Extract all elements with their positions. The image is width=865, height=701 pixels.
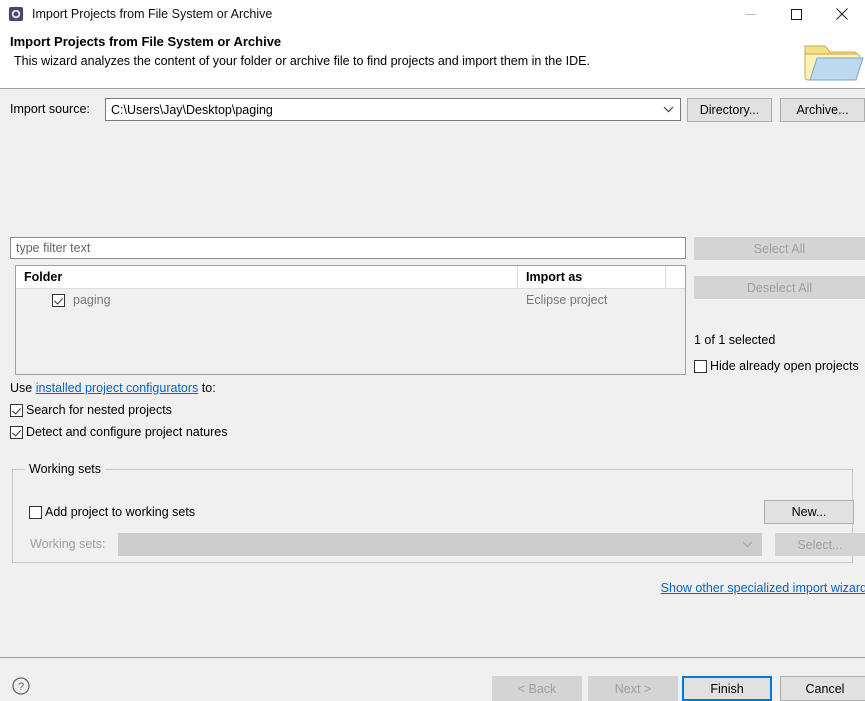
detect-configure-natures-label: Detect and configure project natures	[26, 425, 228, 439]
page-description: This wizard analyzes the content of your…	[14, 54, 590, 68]
add-project-to-working-sets-label: Add project to working sets	[45, 505, 195, 519]
table-cell-folder: paging	[16, 293, 518, 307]
selected-count-label: 1 of 1 selected	[694, 333, 775, 347]
checkbox-box	[694, 360, 707, 373]
row-checkbox[interactable]	[52, 294, 65, 307]
chevron-down-icon	[742, 534, 753, 555]
detect-configure-natures-checkbox[interactable]: Detect and configure project natures	[10, 425, 228, 439]
new-working-set-button[interactable]: New...	[764, 500, 854, 524]
checkbox-box	[29, 506, 42, 519]
table-header-row: Folder Import as	[16, 266, 685, 289]
select-working-set-button[interactable]: Select...	[775, 533, 865, 556]
wizard-header: Import Projects from File System or Arch…	[0, 28, 865, 89]
show-other-specialized-import-wizard-link[interactable]: Show other specialized import wizard	[661, 581, 865, 595]
deselect-all-button[interactable]: Deselect All	[694, 276, 865, 299]
finish-button[interactable]: Finish	[682, 676, 772, 701]
working-sets-group-title: Working sets	[25, 462, 105, 476]
search-nested-projects-checkbox[interactable]: Search for nested projects	[10, 403, 172, 417]
next-button[interactable]: Next >	[588, 676, 678, 701]
archive-button[interactable]: Archive...	[780, 98, 865, 122]
svg-text:?: ?	[18, 681, 24, 693]
search-nested-projects-label: Search for nested projects	[26, 403, 172, 417]
open-folder-icon	[799, 34, 865, 86]
chevron-down-icon	[663, 99, 674, 120]
checkbox-box	[10, 426, 23, 439]
table-row[interactable]: paging Eclipse project	[16, 289, 685, 311]
column-header-extra	[666, 266, 685, 288]
working-sets-group: Working sets Add project to working sets…	[12, 469, 853, 563]
filter-placeholder: type filter text	[11, 241, 90, 255]
footer-separator	[0, 657, 865, 658]
title-bar: Import Projects from File System or Arch…	[0, 0, 865, 28]
window-controls	[727, 0, 865, 28]
page-title: Import Projects from File System or Arch…	[10, 34, 281, 49]
eclipse-import-icon	[8, 6, 24, 22]
configurators-prefix: Use	[10, 381, 36, 395]
table-body: paging Eclipse project	[16, 289, 685, 375]
help-icon[interactable]: ?	[12, 677, 30, 695]
configurators-suffix: to:	[198, 381, 215, 395]
import-source-row: Import source: C:\Users\Jay\Desktop\pagi…	[0, 98, 865, 122]
wizard-body: Import source: C:\Users\Jay\Desktop\pagi…	[0, 89, 865, 613]
folder-name: paging	[73, 293, 111, 307]
hide-open-projects-label: Hide already open projects	[710, 359, 859, 373]
close-button[interactable]	[819, 0, 865, 28]
directory-button[interactable]: Directory...	[687, 98, 772, 122]
minimize-button[interactable]	[727, 0, 773, 28]
back-button[interactable]: < Back	[492, 676, 582, 701]
show-other-wizards-row: Show other specialized import wizard	[661, 581, 865, 595]
maximize-button[interactable]	[773, 0, 819, 28]
table-cell-import-as: Eclipse project	[518, 293, 666, 307]
hide-open-projects-checkbox[interactable]: Hide already open projects	[694, 359, 859, 373]
configurators-row: Use installed project configurators to:	[10, 381, 216, 395]
installed-project-configurators-link[interactable]: installed project configurators	[36, 381, 199, 395]
working-sets-combo	[118, 533, 762, 556]
filter-input[interactable]: type filter text	[10, 237, 686, 259]
add-project-to-working-sets-checkbox[interactable]: Add project to working sets	[29, 505, 195, 519]
column-header-import-as[interactable]: Import as	[518, 266, 666, 288]
cancel-button[interactable]: Cancel	[780, 676, 865, 701]
import-source-label: Import source:	[10, 102, 90, 116]
import-wizard-dialog: Import Projects from File System or Arch…	[0, 0, 865, 613]
column-header-folder[interactable]: Folder	[16, 266, 518, 288]
import-source-combo[interactable]: C:\Users\Jay\Desktop\paging	[105, 98, 681, 121]
checkbox-box	[10, 404, 23, 417]
select-all-button[interactable]: Select All	[694, 237, 865, 260]
working-sets-label: Working sets:	[30, 537, 106, 551]
import-source-value: C:\Users\Jay\Desktop\paging	[106, 103, 273, 117]
projects-table[interactable]: Folder Import as paging Eclipse project	[15, 265, 686, 375]
window-title: Import Projects from File System or Arch…	[32, 7, 272, 21]
